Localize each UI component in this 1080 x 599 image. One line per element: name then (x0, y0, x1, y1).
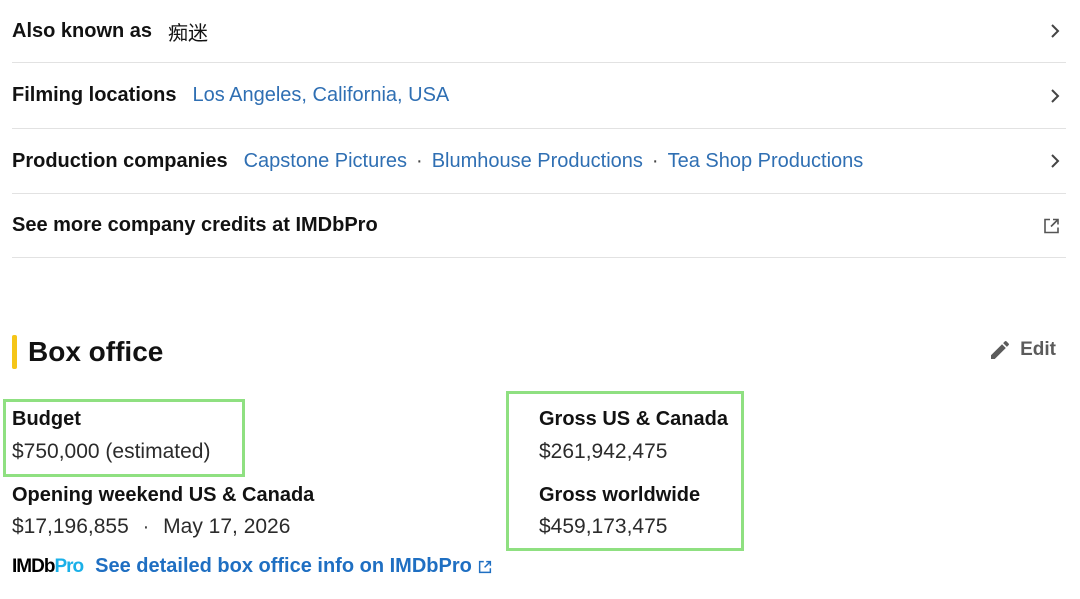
section-accent-bar (12, 335, 17, 369)
highlight-box-gross (506, 391, 744, 551)
production-companies-label: Production companies (12, 149, 228, 172)
opening-weekend-value: $17,196,855 · May 17, 2026 (12, 515, 290, 539)
company-link[interactable]: Capstone Pictures (244, 150, 407, 173)
also-known-as-label: Also known as (12, 19, 153, 42)
imdbpro-box-office-link[interactable]: See detailed box office info on IMDbPro (95, 555, 472, 578)
row-more-company-credits[interactable]: See more company credits at IMDbPro (12, 194, 1066, 258)
chevron-right-icon[interactable] (1048, 152, 1062, 170)
chevron-right-icon[interactable] (1048, 87, 1062, 105)
edit-label: Edit (1020, 339, 1056, 360)
company-link[interactable]: Tea Shop Productions (668, 150, 864, 173)
filming-location-link[interactable]: Los Angeles, California, USA (192, 84, 449, 107)
row-filming-locations[interactable]: Filming locations Los Angeles, Californi… (12, 63, 1066, 129)
also-known-as-value: 痴迷 (168, 22, 209, 45)
company-link[interactable]: Blumhouse Productions (432, 150, 643, 173)
production-companies-list: Capstone Pictures · Blumhouse Production… (244, 150, 864, 173)
pencil-icon (991, 340, 1010, 359)
row-production-companies[interactable]: Production companies Capstone Pictures ·… (12, 129, 1066, 194)
row-also-known-as[interactable]: Also known as 痴迷 (12, 0, 1066, 63)
chevron-right-icon[interactable] (1048, 22, 1062, 40)
separator: · (142, 516, 150, 538)
more-company-credits-link[interactable]: See more company credits at IMDbPro (12, 214, 378, 237)
opening-weekend-date: May 17, 2026 (163, 515, 291, 538)
opening-weekend-amount: $17,196,855 (12, 515, 129, 538)
highlight-box-budget (3, 399, 245, 477)
separator: · (416, 149, 423, 172)
filming-locations-label: Filming locations (12, 84, 177, 106)
edit-button[interactable]: Edit (988, 338, 1056, 362)
imdbpro-logo: IMDbPro (12, 555, 84, 577)
external-link-icon[interactable] (1043, 217, 1060, 234)
box-office-title: Box office (28, 336, 164, 367)
external-link-icon (478, 560, 491, 573)
opening-weekend-label: Opening weekend US & Canada (12, 484, 315, 506)
imdbpro-box-office-row[interactable]: IMDbPro See detailed box office info on … (12, 555, 492, 578)
separator: · (651, 149, 659, 172)
